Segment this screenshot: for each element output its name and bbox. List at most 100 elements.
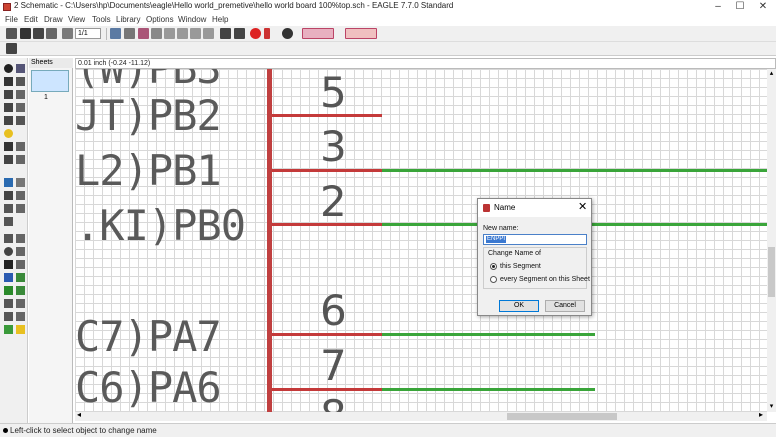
polygon-icon[interactable] (16, 260, 25, 269)
save-icon[interactable] (20, 28, 31, 39)
pin-label[interactable]: C7)PA7 (75, 315, 222, 359)
go-icon[interactable] (264, 28, 270, 39)
radio-every-segment-label[interactable]: every Segment on this Sheet (500, 275, 590, 284)
bus-wire[interactable] (272, 223, 382, 226)
print-icon[interactable] (33, 28, 44, 39)
smash-icon[interactable] (4, 191, 13, 200)
radio-this-segment[interactable] (490, 263, 497, 270)
layer-icon[interactable] (138, 28, 149, 39)
stop-icon[interactable] (250, 28, 261, 39)
delete-icon[interactable] (4, 142, 13, 151)
menu-library[interactable]: Library (116, 14, 140, 26)
label-icon[interactable] (16, 286, 25, 295)
scroll-down-icon[interactable]: ▾ (767, 402, 776, 410)
add-icon[interactable] (16, 142, 25, 151)
cam-icon[interactable] (46, 28, 57, 39)
bus-wire[interactable] (272, 333, 382, 336)
dimension-icon[interactable] (16, 299, 25, 308)
pin-number[interactable]: 2 (320, 180, 347, 224)
rect-icon[interactable] (4, 260, 13, 269)
net-icon[interactable] (16, 273, 25, 282)
invoke-icon[interactable] (16, 204, 25, 213)
ok-button[interactable]: OK (499, 300, 539, 312)
vertical-scroll-thumb[interactable] (768, 247, 775, 297)
junction-icon[interactable] (4, 286, 13, 295)
text-icon[interactable] (16, 234, 25, 243)
circle-icon[interactable] (4, 247, 13, 256)
pin-number[interactable]: 5 (320, 71, 347, 115)
scroll-left-icon[interactable]: ◂ (77, 410, 81, 419)
mirror-icon[interactable] (4, 103, 13, 112)
net-wire[interactable] (382, 333, 595, 336)
undo-icon[interactable] (220, 28, 231, 39)
menu-edit[interactable]: Edit (24, 14, 38, 26)
scroll-up-icon[interactable]: ▴ (767, 69, 776, 77)
mark-icon[interactable] (16, 77, 25, 86)
menu-draw[interactable]: Draw (44, 14, 63, 26)
errors-icon[interactable] (16, 325, 25, 334)
ulp-store-icon[interactable] (345, 28, 377, 39)
bus-wire[interactable] (272, 169, 382, 172)
menu-window[interactable]: Window (178, 14, 206, 26)
zoom-in-icon[interactable] (164, 28, 175, 39)
value-icon[interactable] (16, 178, 25, 187)
miter-icon[interactable] (16, 191, 25, 200)
copy-icon[interactable] (16, 90, 25, 99)
pin-label[interactable]: .KI)PB0 (75, 204, 246, 248)
pin-number[interactable]: 6 (320, 289, 347, 333)
rotate-icon[interactable] (16, 103, 25, 112)
menu-view[interactable]: View (68, 14, 85, 26)
help-icon[interactable] (282, 28, 293, 39)
sheet-thumbnail[interactable] (31, 70, 69, 92)
frame-icon[interactable] (4, 312, 13, 321)
menu-help[interactable]: Help (212, 14, 228, 26)
menu-tools[interactable]: Tools (92, 14, 111, 26)
minimize-button[interactable]: – (707, 0, 729, 14)
info-icon[interactable] (4, 64, 13, 73)
name-icon[interactable] (4, 178, 13, 187)
replace-icon[interactable] (16, 155, 25, 164)
radio-every-segment[interactable] (490, 276, 497, 283)
erc-icon[interactable] (4, 325, 13, 334)
close-window-button[interactable]: ✕ (752, 0, 774, 14)
bus-line[interactable] (267, 69, 272, 412)
group-icon[interactable] (4, 116, 13, 125)
vertical-scrollbar[interactable]: ▴ ▾ (767, 69, 776, 412)
net-wire[interactable] (382, 388, 595, 391)
menu-options[interactable]: Options (146, 14, 174, 26)
pin-number[interactable]: 3 (320, 125, 347, 169)
schematic-canvas[interactable]: (W)PB3 JT)PB2 L2)PB1 .KI)PB0 C7)PA7 C6)P… (75, 69, 767, 412)
pin-label[interactable]: L2)PB1 (75, 149, 222, 193)
gateswap-icon[interactable] (4, 217, 13, 226)
bus-wire[interactable] (272, 114, 382, 117)
horizontal-scroll-thumb[interactable] (507, 413, 617, 420)
zoom-redraw-icon[interactable] (190, 28, 201, 39)
pin-label[interactable]: JT)PB2 (75, 94, 222, 138)
run-ulp-icon[interactable] (124, 28, 135, 39)
cancel-button[interactable]: Cancel (545, 300, 585, 312)
menu-file[interactable]: File (5, 14, 18, 26)
sheet-combo[interactable]: 1/1 (75, 28, 101, 39)
net-wire[interactable] (382, 169, 767, 172)
modules-icon[interactable] (16, 312, 25, 321)
horizontal-scrollbar[interactable]: ◂ ▸ (75, 410, 767, 421)
change-icon[interactable] (16, 116, 25, 125)
zoom-select-icon[interactable] (203, 28, 214, 39)
pin-label[interactable]: (W)PB3 (75, 69, 222, 91)
wire-icon[interactable] (4, 234, 13, 243)
design-link-icon[interactable] (302, 28, 334, 39)
open-icon[interactable] (6, 28, 17, 39)
scroll-right-icon[interactable]: ▸ (759, 410, 763, 419)
split-icon[interactable] (4, 204, 13, 213)
pin-number[interactable]: 8 (320, 394, 347, 413)
move-icon[interactable] (4, 90, 13, 99)
dialog-close-button[interactable]: ✕ (578, 201, 587, 213)
board-switch-icon[interactable] (62, 28, 73, 39)
pin-number[interactable]: 7 (320, 344, 347, 388)
coordinate-display[interactable]: 0.01 inch (-0.24 -11.12) (75, 58, 776, 69)
attribute-icon[interactable] (4, 299, 13, 308)
bus-wire[interactable] (272, 388, 382, 391)
maximize-button[interactable]: ☐ (729, 0, 751, 14)
display-icon[interactable] (4, 77, 13, 86)
redo-icon[interactable] (234, 28, 245, 39)
